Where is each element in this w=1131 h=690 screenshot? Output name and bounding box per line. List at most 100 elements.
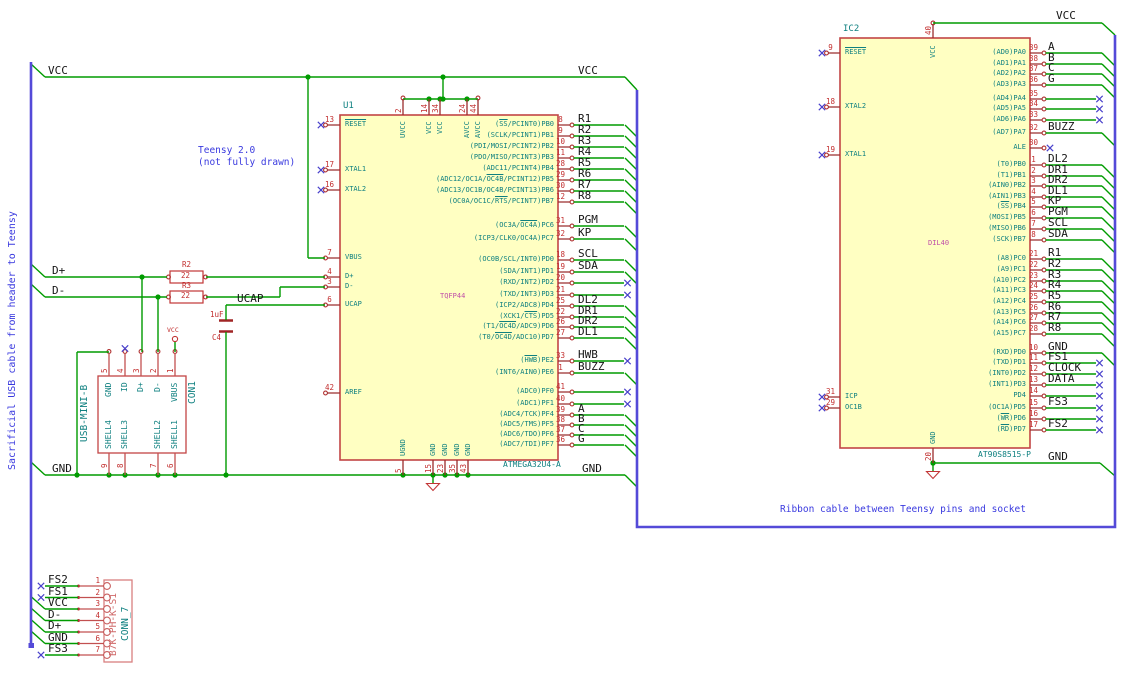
pin-name: (OC0A/OC1C/RTS/PCINT7)PB7 — [448, 197, 554, 205]
pin-name: VBUS — [345, 253, 362, 261]
pin-number: 3 — [1031, 176, 1036, 185]
vcc-power-symbol-label: VCC — [167, 326, 179, 334]
connector-pin-circle — [103, 582, 111, 590]
pin-end-circle — [1041, 145, 1047, 151]
pin-number: 3 — [327, 277, 332, 286]
pin-number: 16 — [324, 180, 335, 189]
pin-end-circle — [1041, 117, 1047, 123]
net-label: SDA — [578, 259, 598, 272]
net-label: VCC — [578, 64, 598, 77]
pin-name: XTAL1 — [345, 165, 367, 173]
net-label: KP — [578, 226, 592, 239]
pin-number: 35 — [447, 463, 457, 473]
pin-name: (ADC7/TDI)PF7 — [499, 440, 554, 448]
pin-number: 10 — [1028, 343, 1039, 352]
pin-name: SHELL4 — [103, 420, 113, 449]
pin-end-circle — [569, 401, 575, 407]
pin-name: (PDI/MOSI/PCINT2)PB2 — [469, 142, 554, 150]
pin-number: 4 — [115, 368, 125, 373]
pin-end-circle — [569, 280, 575, 286]
pin-end-circle — [569, 358, 575, 364]
pin-name: GND — [440, 443, 449, 456]
pin-name: XTAL1 — [845, 150, 867, 158]
pin-end-circle — [569, 188, 575, 194]
pin-name: D+ — [135, 382, 145, 392]
net-label: GND — [1048, 450, 1068, 463]
pin-end-circle — [569, 335, 575, 341]
net-label: VCC — [1056, 9, 1076, 22]
pin-name: VBUS — [169, 382, 179, 402]
pin-end-circle — [569, 199, 575, 205]
pin-number: 6 — [327, 295, 332, 304]
net-label: PGM — [578, 213, 598, 226]
pin-name: (AD5)PA5 — [992, 104, 1026, 112]
pin-name: (ADC6/TDO)PF6 — [499, 430, 554, 438]
note-ribbon-cable: Ribbon cable between Teensy pins and soc… — [780, 504, 1026, 515]
c4-value: 1uF — [210, 310, 224, 319]
pin-number: 34 — [1028, 99, 1039, 108]
pin-number: 15 — [423, 463, 433, 473]
pin-end-circle — [569, 303, 575, 309]
capacitor-c4-symbol — [219, 319, 233, 333]
pin-name: (AD3)PA3 — [992, 80, 1026, 88]
pin-end-circle — [569, 144, 575, 150]
net-label: GND — [48, 630, 68, 644]
net-label: DL1 — [578, 325, 598, 338]
pin-name: (A10)PC2 — [992, 276, 1026, 284]
pin-name: SHELL1 — [169, 420, 179, 449]
pin-number: 18 — [825, 97, 836, 106]
pin-end-circle — [569, 166, 575, 172]
net-label: FS2 — [48, 573, 68, 586]
pin-number: 35 — [1028, 89, 1039, 98]
pin-name: SHELL3 — [119, 420, 129, 449]
pin-number: 22 — [1028, 260, 1039, 269]
pin-number: 6 — [95, 633, 100, 643]
net-label: FS2 — [1048, 417, 1068, 430]
pin-number: 7 — [95, 645, 100, 654]
pin-name: UGND — [398, 439, 407, 456]
pin-name: VCC — [424, 121, 433, 135]
pin-end-circle — [569, 223, 575, 229]
pin-name: (AD4)PA4 — [992, 94, 1026, 102]
pin-name: (OC0B/SCL/INT0)PD0 — [478, 255, 554, 263]
pin-name: (T1/OC4D/ADC9)PD6 — [482, 322, 554, 330]
net-label: SDA — [1048, 227, 1068, 240]
net-label: VCC — [48, 596, 68, 609]
pin-number: 42 — [324, 383, 335, 392]
net-label: BUZZ — [578, 360, 605, 373]
pin-name: (ICP3/CLK0/OC4A)PC7 — [473, 234, 554, 242]
pin-name: (SS)PB4 — [996, 202, 1026, 210]
pin-name: (OC3A/OC4A)PC6 — [494, 221, 554, 229]
pin-number: 2 — [1031, 166, 1036, 175]
pin-end-circle — [1041, 393, 1047, 399]
pin-name: (SCLK/PCINT1)PB1 — [486, 131, 554, 139]
pin-number: 32 — [1028, 123, 1039, 132]
pin-number: 37 — [1028, 64, 1039, 73]
net-label: UCAP — [237, 292, 264, 305]
pin-end-circle — [569, 422, 575, 428]
pin-end-circle — [569, 412, 575, 418]
pin-number: 4 — [327, 267, 332, 276]
pin-name: (SS/PCINT0)PB0 — [494, 120, 554, 128]
conn7-part: B7K-PH-K-S1 — [108, 593, 119, 656]
net-label: FS3 — [48, 642, 68, 655]
pin-name: AVCC — [473, 121, 482, 139]
pin-name: (ADC1)PF1 — [516, 399, 554, 407]
pin-number: 14 — [1028, 386, 1039, 395]
pin-number: 23 — [435, 463, 445, 473]
pin-number: 4 — [1031, 187, 1036, 196]
pin-number: 19 — [825, 145, 836, 154]
ic2-ref: IC2 — [843, 24, 860, 34]
net-label: D+ — [52, 264, 66, 277]
pin-name: (RXD/INT2)PD2 — [499, 278, 554, 286]
u1-part: ATMEGA32U4-A — [503, 460, 561, 469]
pin-name: GND — [452, 443, 461, 456]
pin-name: AREF — [345, 388, 362, 396]
pin-name: ID — [119, 382, 129, 392]
pin-end-circle — [1041, 237, 1047, 243]
net-label: HWB — [578, 348, 598, 361]
pin-name: (MOSI)PB5 — [988, 213, 1026, 221]
pin-name: (ADC5/TMS)PF5 — [499, 420, 554, 428]
pin-name: UVCC — [398, 121, 407, 139]
net-label: FS3 — [1048, 395, 1068, 408]
